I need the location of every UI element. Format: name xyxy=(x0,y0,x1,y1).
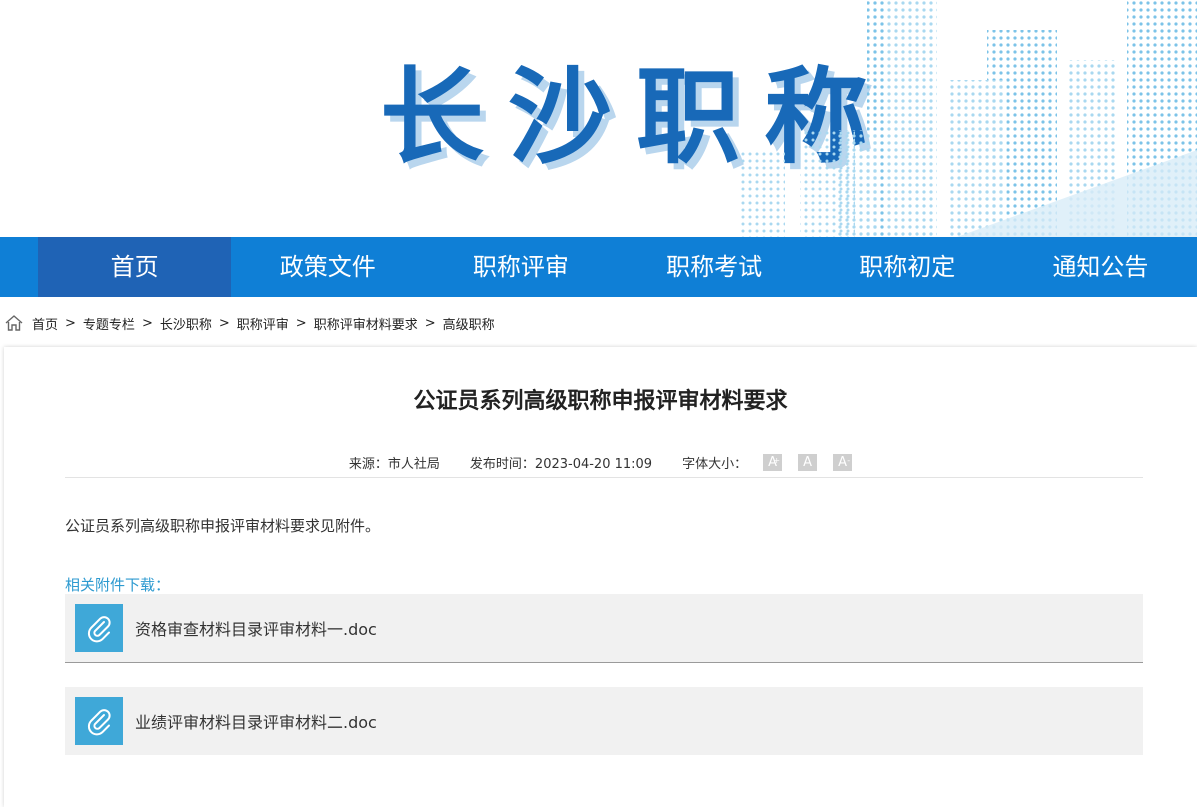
divider xyxy=(65,477,1143,478)
breadcrumb: 首页 > 专题专栏 > 长沙职称 > 职称评审 > 职称评审材料要求 > 高级职… xyxy=(4,312,495,334)
paperclip-icon xyxy=(75,697,123,745)
breadcrumb-senior[interactable]: 高级职称 xyxy=(443,314,495,333)
font-size-increase-button[interactable]: A + xyxy=(763,454,783,471)
nav-item-home[interactable]: 首页 xyxy=(38,237,232,297)
attachment-item[interactable]: 业绩评审材料目录评审材料二.doc xyxy=(65,687,1143,755)
breadcrumb-separator: > xyxy=(218,315,230,331)
nav-item-review[interactable]: 职称评审 xyxy=(424,237,617,297)
nav-item-initial[interactable]: 职称初定 xyxy=(811,237,1004,297)
nav-item-notice[interactable]: 通知公告 xyxy=(1004,237,1197,297)
breadcrumb-review[interactable]: 职称评审 xyxy=(237,314,289,333)
font-size-label: 字体大小： xyxy=(682,457,748,472)
breadcrumb-separator: > xyxy=(295,315,307,331)
city-skyline-left-graphic xyxy=(740,130,855,237)
city-skyline-graphic xyxy=(837,0,1197,237)
paperclip-icon xyxy=(75,604,123,652)
main-nav: 首页 政策文件 职称评审 职称考试 职称初定 通知公告 xyxy=(0,237,1197,297)
article-title: 公证员系列高级职称申报评审材料要求 xyxy=(413,389,788,414)
font-size-decrease-button[interactable]: A- xyxy=(833,454,853,471)
attachments-label: 相关附件下载： xyxy=(65,576,171,594)
breadcrumb-home[interactable]: 首页 xyxy=(32,314,58,333)
breadcrumb-separator: > xyxy=(65,315,76,331)
breadcrumb-topics[interactable]: 专题专栏 xyxy=(83,314,135,333)
article-date: 发布时间：2023-04-20 11:09 xyxy=(469,457,653,472)
article-body: 公证员系列高级职称申报评审材料要求见附件。 xyxy=(65,517,381,535)
breadcrumb-separator: > xyxy=(141,315,153,331)
breadcrumb-separator: > xyxy=(424,315,436,331)
attachment-name[interactable]: 资格审查材料目录评审材料一.doc xyxy=(135,616,377,640)
breadcrumb-changsha-title[interactable]: 长沙职称 xyxy=(160,314,212,333)
font-size-reset-button[interactable]: A xyxy=(798,454,818,471)
home-icon xyxy=(5,315,23,331)
header-banner: 长沙职称 xyxy=(0,0,1197,237)
nav-item-policy[interactable]: 政策文件 xyxy=(231,237,424,297)
article-source: 来源：市人社局 xyxy=(348,457,440,472)
article-card: 公证员系列高级职称申报评审材料要求 来源：市人社局 发布时间：2023-04-2… xyxy=(4,347,1197,807)
attachment-name[interactable]: 业绩评审材料目录评审材料二.doc xyxy=(135,709,377,733)
nav-item-exam[interactable]: 职称考试 xyxy=(618,237,811,297)
article-meta: 来源：市人社局 发布时间：2023-04-20 11:09 字体大小： A + A… xyxy=(4,453,1197,472)
breadcrumb-materials[interactable]: 职称评审材料要求 xyxy=(314,314,418,333)
attachment-item[interactable]: 资格审查材料目录评审材料一.doc xyxy=(65,594,1143,663)
